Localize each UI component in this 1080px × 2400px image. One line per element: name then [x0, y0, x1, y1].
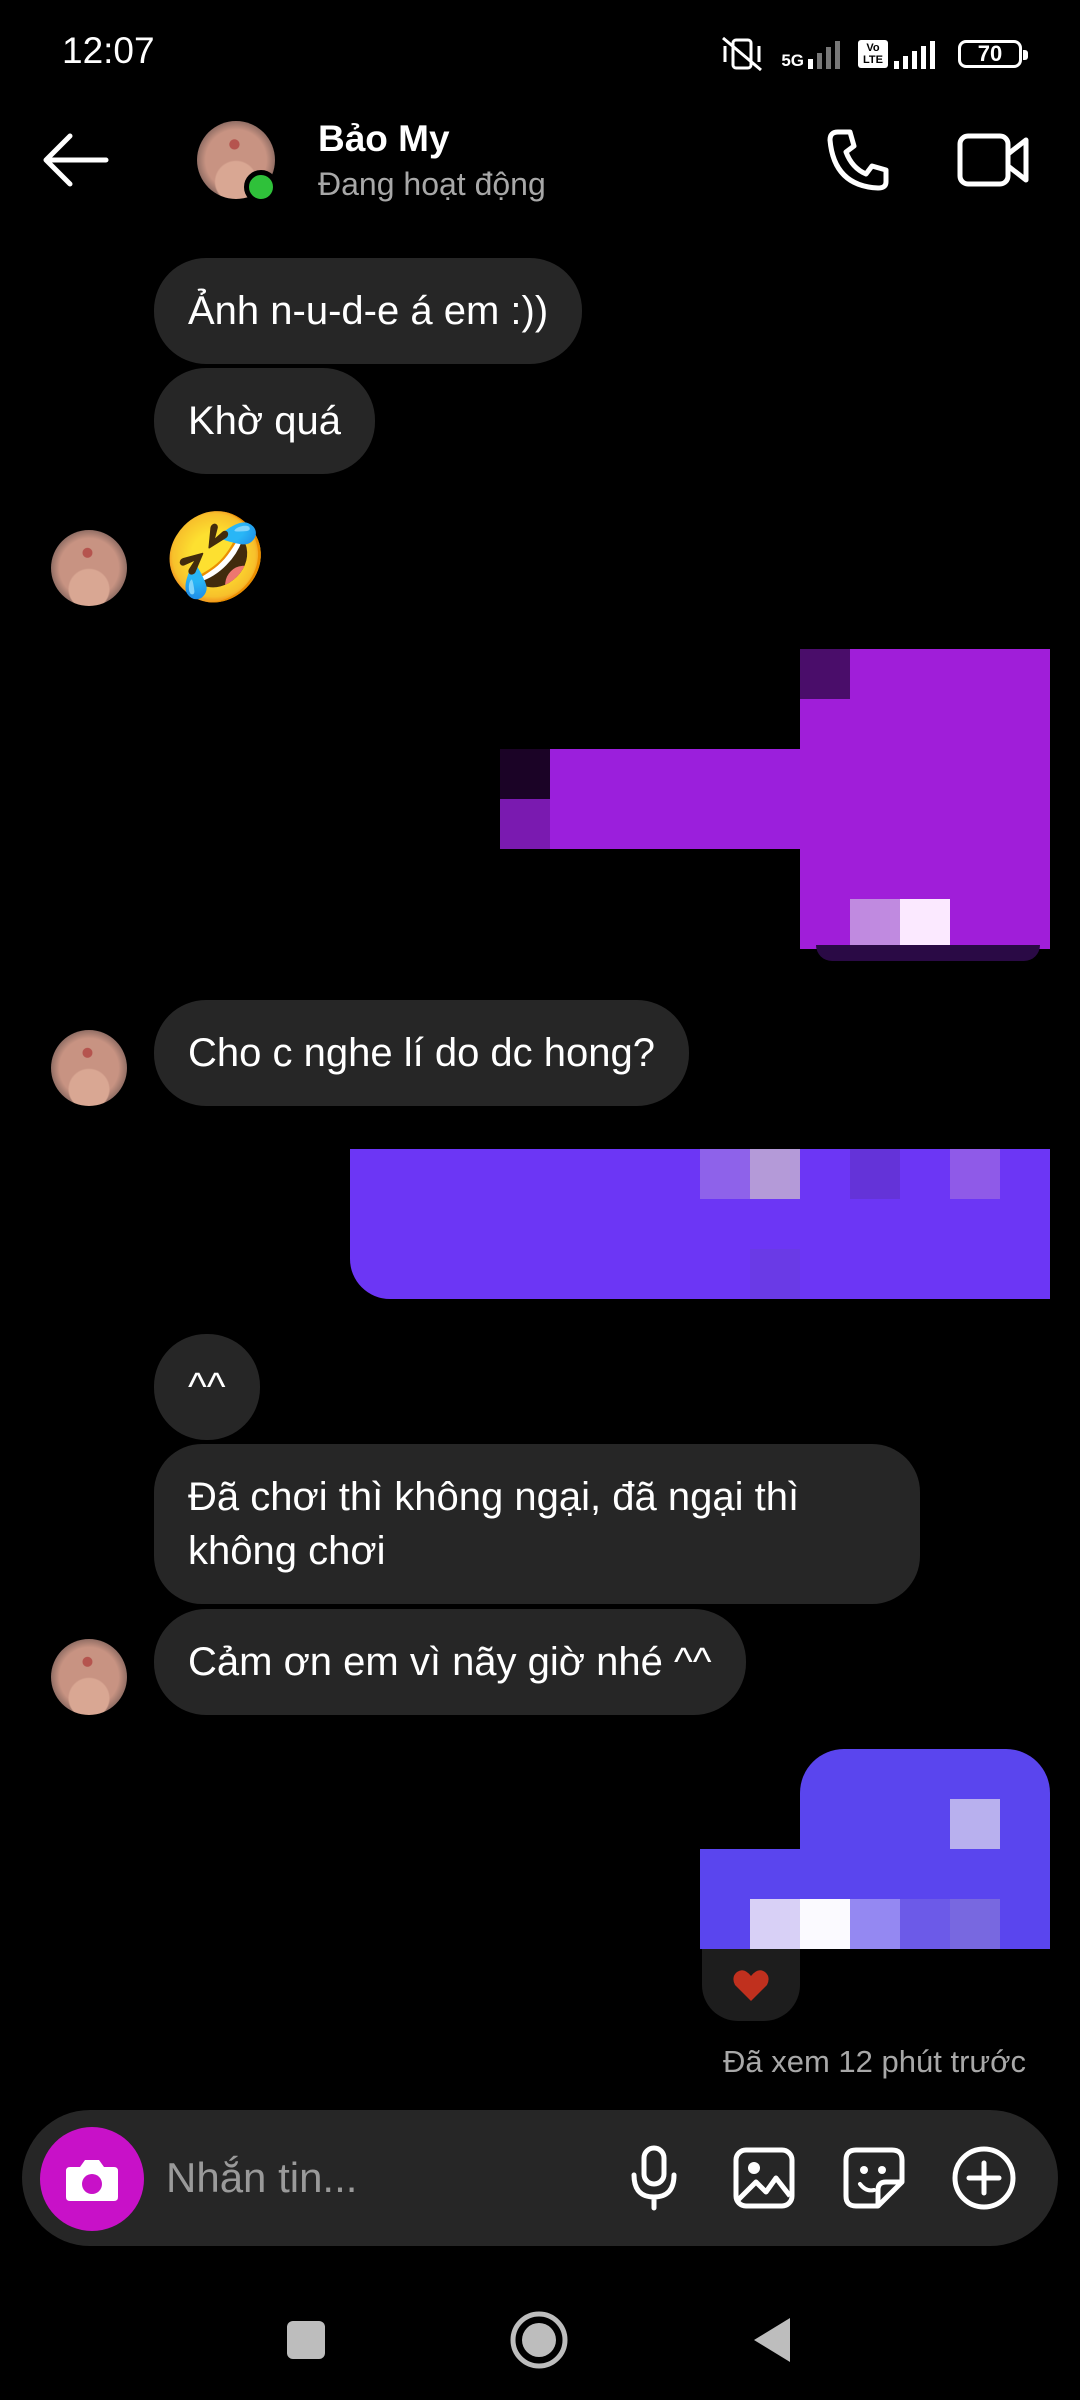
reaction-heart[interactable] — [702, 1949, 800, 2021]
arrow-left-icon — [43, 133, 109, 187]
online-indicator — [244, 170, 278, 204]
heart-icon — [733, 1970, 769, 2001]
nav-back-button[interactable] — [732, 2300, 812, 2380]
message-outgoing-censored[interactable] — [700, 1749, 1052, 2021]
message-incoming[interactable]: Khờ quá — [154, 368, 376, 474]
censor-block — [850, 1149, 900, 1199]
contact-status: Đang hoạt động — [318, 166, 546, 202]
nav-home-button[interactable] — [499, 2300, 579, 2380]
censor-block — [950, 1799, 1000, 1849]
more-options-button[interactable] — [946, 2140, 1022, 2216]
status-icons: 5G Vo LTE 70 — [719, 32, 1028, 76]
contact-avatar-small — [51, 1030, 127, 1106]
censor-block — [500, 799, 550, 849]
message-incoming[interactable]: Cảm ơn em vì nãy giờ nhé ^^ — [154, 1609, 746, 1715]
home-circle-icon — [510, 2311, 568, 2369]
nav-recents-button[interactable] — [266, 2300, 346, 2380]
camera-button[interactable] — [40, 2127, 144, 2231]
sticker-button[interactable] — [836, 2140, 912, 2216]
message-incoming[interactable]: Cho c nghe lí do dc hong? — [154, 1000, 690, 1106]
voice-call-button[interactable] — [822, 124, 894, 196]
censor-block — [750, 1899, 800, 1949]
censor-block — [800, 1899, 850, 1949]
signal-icon — [808, 41, 840, 69]
square-icon — [287, 2321, 325, 2359]
microphone-icon — [631, 2145, 677, 2211]
censor-block — [800, 649, 850, 699]
message-input[interactable] — [166, 2140, 586, 2216]
battery-indicator: 70 — [958, 40, 1028, 68]
plus-circle-icon — [952, 2146, 1016, 2210]
censor-block — [750, 1149, 800, 1199]
vibrate-off-icon — [722, 36, 763, 72]
network-type-label: 5G — [781, 51, 804, 70]
message-outgoing-censored[interactable] — [336, 1149, 1050, 1299]
censor-block — [950, 1149, 1000, 1199]
back-button[interactable] — [40, 128, 112, 192]
video-call-button[interactable] — [956, 128, 1030, 192]
censor-block — [500, 749, 550, 799]
contact-avatar-small — [51, 1639, 127, 1715]
phone-icon — [827, 129, 889, 191]
sticker-icon — [843, 2147, 905, 2209]
censor-block — [900, 899, 950, 949]
contact-name[interactable]: Bảo My — [318, 118, 450, 160]
gallery-button[interactable] — [726, 2140, 802, 2216]
video-camera-icon — [957, 133, 1029, 187]
message-emoji[interactable]: 🤣 — [162, 508, 269, 608]
message-outgoing-censored[interactable] — [500, 649, 1050, 969]
censor-block — [850, 1899, 900, 1949]
message-incoming[interactable]: ^^ — [154, 1334, 260, 1440]
censor-block — [950, 1899, 1000, 1949]
censor-block — [816, 945, 1040, 961]
signal-icon-2 — [894, 41, 935, 69]
censor-block — [850, 899, 900, 949]
censor-block — [750, 1249, 800, 1299]
message-incoming[interactable]: Ảnh n-u-d-e á em :)) — [154, 258, 583, 364]
message-incoming[interactable]: Đã chơi thì không ngại, đã ngại thì khôn… — [154, 1444, 920, 1604]
contact-avatar-small — [51, 530, 127, 606]
voice-message-button[interactable] — [616, 2140, 692, 2216]
camera-icon — [66, 2160, 118, 2201]
battery-level: 70 — [977, 41, 1003, 66]
seen-receipt: Đã xem 12 phút trước — [723, 2044, 1026, 2079]
image-icon — [733, 2147, 795, 2209]
censor-block — [700, 1149, 750, 1199]
censor-block — [900, 1899, 950, 1949]
triangle-back-icon — [754, 2318, 790, 2362]
status-time: 12:07 — [62, 30, 155, 71]
volte-badge: Vo LTE — [858, 40, 888, 68]
